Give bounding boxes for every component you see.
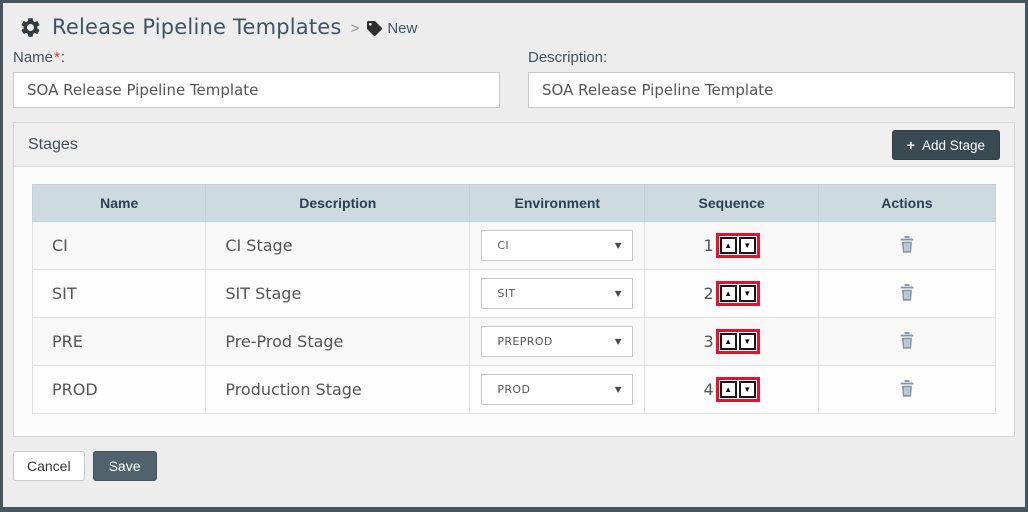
stage-row: CI CI Stage CI ▼ 1 ▲ ▼: [33, 222, 996, 270]
stage-environment-cell: SIT ▼: [470, 270, 645, 318]
trash-icon: [900, 284, 914, 301]
down-arrow-icon: ▼: [743, 338, 751, 346]
stage-description-cell: Pre-Prod Stage: [206, 318, 470, 366]
move-up-button[interactable]: ▲: [720, 381, 737, 398]
stage-name-cell: CI: [33, 222, 206, 270]
column-header-description: Description: [206, 185, 470, 222]
chevron-down-icon: ▼: [615, 289, 622, 298]
description-input[interactable]: [528, 72, 1015, 108]
move-up-button[interactable]: ▲: [720, 237, 737, 254]
trash-icon: [900, 332, 914, 349]
stage-row: SIT SIT Stage SIT ▼ 2 ▲ ▼: [33, 270, 996, 318]
up-arrow-icon: ▲: [724, 290, 732, 298]
move-down-button[interactable]: ▼: [739, 333, 756, 350]
name-field-group: Name*:: [13, 49, 500, 108]
column-header-name: Name: [33, 185, 206, 222]
delete-stage-button[interactable]: [896, 330, 918, 354]
stage-name-cell: PROD: [33, 366, 206, 414]
up-arrow-icon: ▲: [724, 386, 732, 394]
stage-row: PRE Pre-Prod Stage PREPROD ▼ 3 ▲ ▼: [33, 318, 996, 366]
stage-actions-cell: [818, 222, 995, 270]
description-field-group: Description:: [528, 49, 1015, 108]
stages-panel-body: NameDescriptionEnvironmentSequenceAction…: [14, 167, 1014, 436]
stage-description-cell: Production Stage: [206, 366, 470, 414]
sequence-buttons-highlight: ▲ ▼: [716, 281, 760, 306]
sequence-buttons-highlight: ▲ ▼: [716, 377, 760, 402]
stage-environment-cell: PROD ▼: [470, 366, 645, 414]
required-marker: *: [54, 49, 60, 66]
name-input[interactable]: [13, 72, 500, 108]
down-arrow-icon: ▼: [743, 242, 751, 250]
chevron-down-icon: ▼: [615, 385, 622, 394]
sequence-buttons-highlight: ▲ ▼: [716, 329, 760, 354]
plus-icon: +: [907, 137, 915, 153]
stage-description-cell: SIT Stage: [206, 270, 470, 318]
sequence-number: 2: [704, 284, 714, 303]
move-down-button[interactable]: ▼: [739, 381, 756, 398]
delete-stage-button[interactable]: [896, 282, 918, 306]
up-arrow-icon: ▲: [724, 338, 732, 346]
stage-sequence-cell: 4 ▲ ▼: [645, 366, 818, 414]
down-arrow-icon: ▼: [743, 290, 751, 298]
stage-sequence-cell: 1 ▲ ▼: [645, 222, 818, 270]
release-pipeline-template-page: Release Pipeline Templates > New Name*: …: [0, 0, 1028, 512]
stages-panel-header: Stages +Add Stage: [14, 123, 1014, 167]
environment-select[interactable]: PREPROD ▼: [481, 326, 633, 357]
page-title: Release Pipeline Templates: [52, 15, 342, 39]
chevron-down-icon: ▼: [615, 337, 622, 346]
column-header-environment: Environment: [470, 185, 645, 222]
delete-stage-button[interactable]: [896, 234, 918, 258]
stage-actions-cell: [818, 318, 995, 366]
page-footer: Cancel Save: [3, 437, 1025, 495]
move-down-button[interactable]: ▼: [739, 285, 756, 302]
environment-select-value: CI: [497, 239, 509, 252]
column-header-actions: Actions: [818, 185, 995, 222]
stage-sequence-cell: 3 ▲ ▼: [645, 318, 818, 366]
trash-icon: [900, 380, 914, 397]
environment-select-value: SIT: [497, 287, 515, 300]
stage-row: PROD Production Stage PROD ▼ 4 ▲ ▼: [33, 366, 996, 414]
up-arrow-icon: ▲: [724, 242, 732, 250]
sequence-buttons-highlight: ▲ ▼: [716, 233, 760, 258]
stage-name-cell: PRE: [33, 318, 206, 366]
trash-icon: [900, 236, 914, 253]
stage-environment-cell: PREPROD ▼: [470, 318, 645, 366]
form-row: Name*: Description:: [3, 47, 1025, 108]
add-stage-button[interactable]: +Add Stage: [892, 130, 1000, 160]
environment-select[interactable]: CI ▼: [481, 230, 633, 261]
name-label: Name*:: [13, 49, 500, 66]
move-up-button[interactable]: ▲: [720, 285, 737, 302]
sequence-number: 1: [704, 236, 714, 255]
sequence-number: 4: [704, 380, 714, 399]
stage-description-cell: CI Stage: [206, 222, 470, 270]
table-header-row: NameDescriptionEnvironmentSequenceAction…: [33, 185, 996, 222]
page-header: Release Pipeline Templates > New: [3, 3, 1025, 47]
environment-select-value: PREPROD: [497, 335, 552, 348]
stage-actions-cell: [818, 366, 995, 414]
stages-panel: Stages +Add Stage NameDescriptionEnviron…: [13, 122, 1015, 437]
chevron-down-icon: ▼: [615, 241, 622, 250]
stage-actions-cell: [818, 270, 995, 318]
gear-icon: [19, 16, 42, 39]
tag-icon: [367, 21, 382, 36]
cancel-button[interactable]: Cancel: [13, 451, 85, 481]
down-arrow-icon: ▼: [743, 386, 751, 394]
save-button[interactable]: Save: [93, 451, 157, 481]
column-header-sequence: Sequence: [645, 185, 818, 222]
stage-name-cell: SIT: [33, 270, 206, 318]
move-up-button[interactable]: ▲: [720, 333, 737, 350]
environment-select[interactable]: SIT ▼: [481, 278, 633, 309]
environment-select[interactable]: PROD ▼: [481, 374, 633, 405]
description-label: Description:: [528, 49, 1015, 66]
stage-environment-cell: CI ▼: [470, 222, 645, 270]
delete-stage-button[interactable]: [896, 378, 918, 402]
sequence-number: 3: [704, 332, 714, 351]
stage-sequence-cell: 2 ▲ ▼: [645, 270, 818, 318]
move-down-button[interactable]: ▼: [739, 237, 756, 254]
breadcrumb-new: New: [387, 20, 417, 37]
breadcrumb-separator: >: [351, 20, 360, 37]
stages-panel-title: Stages: [28, 136, 78, 154]
environment-select-value: PROD: [497, 383, 530, 396]
stages-table: NameDescriptionEnvironmentSequenceAction…: [32, 184, 996, 414]
